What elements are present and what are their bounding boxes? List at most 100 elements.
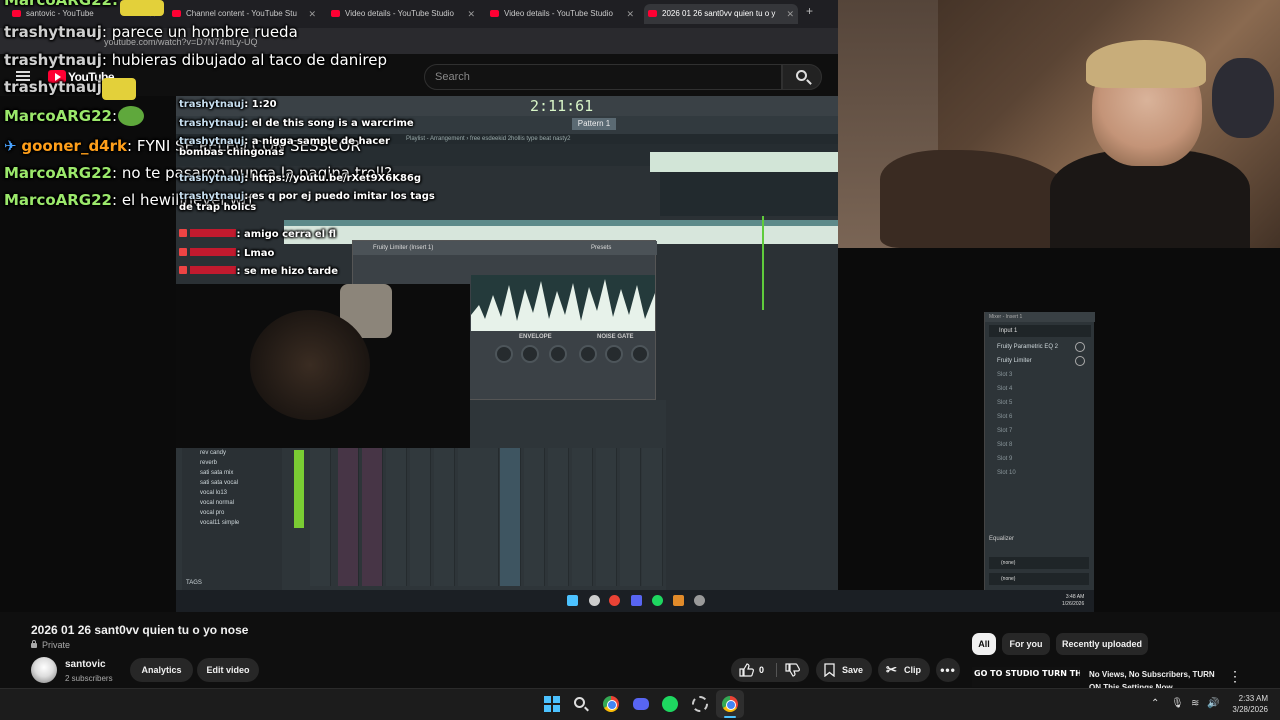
captured-search-button [782,64,822,90]
insert-slot: Slot 3 [997,372,1013,378]
recommended-thumbnail[interactable]: GO TO STUDIO TURN THIS ON [972,667,1080,687]
master-level-meter [294,450,304,528]
chat-line: trashytnauj: hubieras dibujado al taco d… [4,51,388,69]
small-chat-line: trashytnauj: a nigga sample de hacer bom… [179,136,390,158]
browser-item: sati sata mix [200,470,234,476]
insert-slot: Slot 10 [997,470,1016,476]
channel-name[interactable]: santovic [65,659,106,670]
mixer-strip [524,448,545,586]
close-icon: ✕ [786,9,794,19]
mixer-strip [596,448,617,586]
youtube-favicon-icon [12,10,21,17]
more-vertical-icon[interactable]: ⋮ [1228,668,1242,684]
captured-search-box: Search [424,64,782,90]
gate-rel-knob [579,345,597,363]
browser-item: vocal lo13 [200,490,228,496]
dislike-button[interactable] [778,658,808,682]
scissors-icon: ✂ [886,662,897,677]
new-tab-icon: + [806,4,814,18]
mixer-strip [434,448,455,586]
privacy-label: Private [31,640,70,650]
small-chat-line: : amigo cerra el fl [179,229,336,240]
captured-windows-icon [567,595,578,606]
discord-icon[interactable] [633,698,649,710]
captured-fl-studio-icon [673,595,684,606]
windows-start-icon[interactable] [544,696,560,712]
mixer-strip-selected [500,448,521,586]
close-icon: ✕ [626,9,634,19]
spotify-icon[interactable] [662,696,678,712]
mixer-strip [642,448,663,586]
gate-gain-knob [605,345,623,363]
browser-item: sati sata vocal [200,480,239,486]
more-horizontal-icon: ••• [940,663,956,677]
more-actions-button[interactable]: ••• [936,658,960,682]
plugin-presets: Presets [591,245,612,251]
insert-slot: Slot 6 [997,414,1013,420]
analytics-button[interactable]: Analytics [130,658,193,682]
insert-panel-title: Mixer - Insert 1 [985,312,1095,322]
tray-chevron-icon[interactable]: ⌃ [1151,698,1159,709]
browser-item: vocal pro [200,510,225,516]
taskbar-clock[interactable]: 2:33 AM 3/28/2026 [1222,693,1268,715]
video-player[interactable]: santovic - YouTube✕ Channel content - Yo… [0,0,1280,612]
small-chat-line: trashytnauj: https://youtu.be/rXet9X6K86… [179,173,422,184]
browser-item: vocal11 simple [200,520,240,526]
channel-avatar[interactable] [31,657,57,683]
second-webcam-person [250,310,370,420]
subscriber-count: 2 subscribers [65,674,113,683]
browser-item: reverb [200,460,218,466]
small-chat-line: : se me hizo tarde [179,266,338,277]
close-icon: ✕ [308,9,316,19]
chat-line: trashytnauj: [4,78,107,96]
chat-emote [120,0,164,16]
small-chat-line: : Lmao [179,248,274,259]
close-icon: ✕ [467,9,475,19]
mixer-strip [386,448,407,586]
edit-video-button[interactable]: Edit video [197,658,259,682]
browser-item: vocal normal [200,500,235,506]
chat-emote [102,78,136,100]
thumbs-down-icon [785,663,800,677]
chip-recently-uploaded[interactable]: Recently uploaded [1056,633,1148,655]
youtube-favicon-icon [490,10,499,17]
chip-for-you[interactable]: For you [1002,633,1050,655]
release-knob [521,345,539,363]
captured-tab: Channel content - YouTube Stu ✕ [168,4,320,24]
mixer-strip [458,448,479,586]
mixer-strip [572,448,593,586]
mixer-strip [548,448,569,586]
insert-output-select: (none) [989,557,1089,569]
limiter-waveform [471,275,655,331]
mixer-strip [362,448,383,586]
slot-mix-knob [1075,356,1085,366]
microphone-icon[interactable]: 🎙 [1171,698,1184,709]
insert-output-select: (none) [989,573,1089,585]
mixer-insert-panel: Mixer - Insert 1 Input 1 Fruity Parametr… [984,312,1095,590]
fl-pattern-selector: Pattern 1 [572,118,616,130]
volume-icon[interactable]: 🔊 [1207,698,1219,709]
insert-slot: Fruity Parametric EQ 2 [997,344,1059,350]
search-icon [796,70,807,81]
settings-icon[interactable] [692,696,708,712]
chip-all[interactable]: All [972,633,996,655]
taskbar-date: 3/28/2026 [1232,705,1268,714]
wifi-icon[interactable]: ≋ [1191,698,1199,709]
gate-thres-knob [631,345,649,363]
chrome-icon[interactable] [603,696,619,712]
like-button[interactable]: 0 [731,658,776,682]
captured-tab-active: 2026 01 26 sant0vv quien tu o y ✕ [644,4,798,24]
chat-line: MarcoARG22: [4,107,118,125]
captured-search-icon [589,595,600,606]
pepe-emote [118,106,144,126]
chrome-active-icon[interactable] [722,696,738,712]
bookmark-icon [824,663,835,677]
taskbar-search-icon[interactable] [574,697,585,708]
youtube-favicon-icon [172,10,181,17]
mixer-strip [338,448,359,586]
clip-button[interactable]: ✂ Clip [878,658,930,682]
insert-slot: Slot 4 [997,386,1013,392]
webcam-person-hair [1086,40,1206,88]
save-button[interactable]: Save [816,658,872,682]
thumbs-up-icon [739,663,754,677]
